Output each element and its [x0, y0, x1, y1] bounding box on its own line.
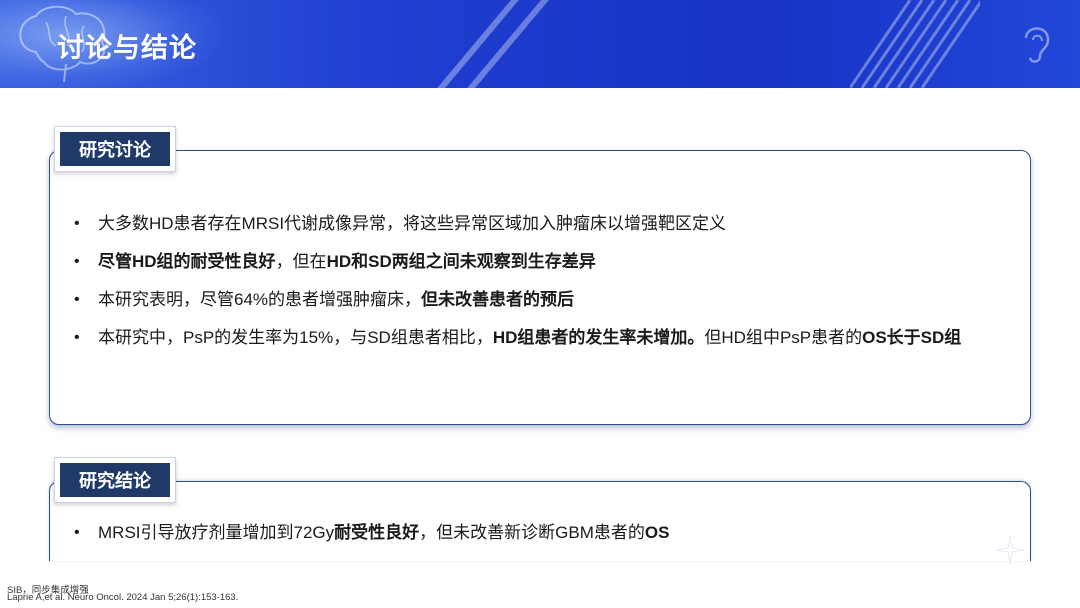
discussion-list: 大多数HD患者存在MRSI代谢成像异常，将这些异常区域加入肿瘤床以增强靶区定义尽…: [72, 210, 1002, 362]
discussion-bullet-item: 尽管HD组的耐受性良好，但在HD和SD两组之间未观察到生存差异: [72, 248, 1002, 275]
page-title: 讨论与结论: [57, 33, 197, 63]
sparkle-decoration: [995, 535, 1025, 565]
conclusion-list: MRSI引导放疗剂量增加到72Gy耐受性良好，但未改善新诊断GBM患者的OS: [72, 519, 1002, 546]
header-banner: 讨论与结论: [0, 0, 1080, 88]
discussion-bullet-item: 本研究表明，尽管64%的患者增强肿瘤床，但未改善患者的预后: [72, 286, 1002, 313]
discussion-bullet-item: 本研究中，PsP的发生率为15%，与SD组患者相比，HD组患者的发生率未增加。但…: [72, 324, 1002, 351]
emphasis-text: HD和SD两组之间未观察到生存差异: [326, 252, 596, 271]
emphasis-text: OS: [644, 523, 670, 542]
bullet-text: ，但未改善新诊断GBM患者的: [419, 523, 645, 542]
bullet-text: MRSI引导放疗剂量增加到72Gy: [98, 523, 335, 542]
emphasis-text: HD组患者的发生率未增加。: [492, 328, 705, 347]
conclusion-tag-label: 研究结论: [60, 463, 170, 497]
discussion-bullet-item: 大多数HD患者存在MRSI代谢成像异常，将这些异常区域加入肿瘤床以增强靶区定义: [72, 210, 1002, 237]
bullet-text: ，但在: [275, 252, 327, 271]
emphasis-text: OS长于SD组: [862, 328, 962, 347]
discussion-tag: 研究讨论: [54, 126, 176, 172]
conclusion-bullet-item: MRSI引导放疗剂量增加到72Gy耐受性良好，但未改善新诊断GBM患者的OS: [72, 519, 1002, 546]
diagonal-stripes-decoration: [850, 0, 980, 88]
conclusion-tag: 研究结论: [54, 457, 176, 503]
footnote-reference: Laprie A,et al. Neuro Oncol. 2024 Jan 5;…: [7, 592, 239, 603]
bullet-text: 但HD组中PsP患者的: [704, 328, 863, 347]
emphasis-text: 但未改善患者的预后: [421, 290, 575, 309]
emphasis-text: 耐受性良好: [334, 523, 420, 542]
bullet-text: 本研究表明，尽管64%的患者增强肿瘤床，: [98, 290, 422, 309]
discussion-tag-label: 研究讨论: [60, 132, 170, 166]
bullet-text: 本研究中，PsP的发生率为15%，与SD组患者相比，: [98, 328, 493, 347]
bullet-text: 大多数HD患者存在MRSI代谢成像异常，将这些异常区域加入肿瘤床以增强靶区定义: [98, 214, 727, 233]
ear-icon: [1024, 27, 1050, 63]
emphasis-text: 尽管HD组的耐受性良好: [98, 252, 276, 271]
